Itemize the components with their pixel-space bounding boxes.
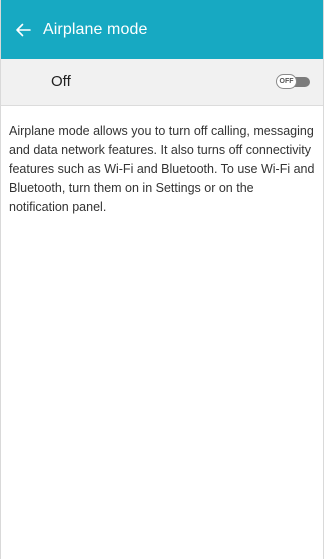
page-title: Airplane mode [43,20,148,38]
airplane-mode-toggle[interactable]: OFF [276,74,310,89]
airplane-mode-screen: Airplane mode Off OFF Airplane mode allo… [0,0,324,559]
switch-state-label: Off [51,73,71,90]
toggle-knob: OFF [276,74,297,89]
airplane-mode-switch-row[interactable]: Off OFF [1,59,323,106]
airplane-mode-description: Airplane mode allows you to turn off cal… [9,124,315,214]
arrow-left-icon [15,22,31,38]
back-button[interactable] [1,0,45,59]
app-bar: Airplane mode [1,0,323,59]
toggle-text: OFF [279,78,294,85]
